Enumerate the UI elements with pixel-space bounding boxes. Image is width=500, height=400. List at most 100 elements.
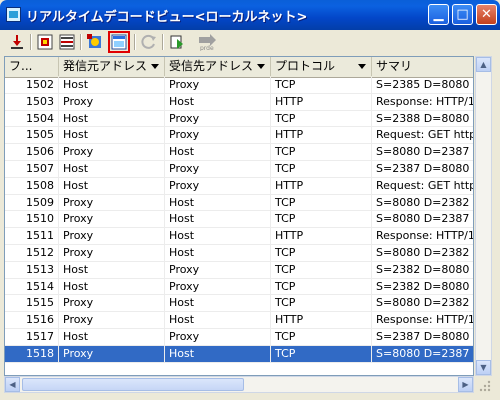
column-header-frame[interactable]: フ...	[5, 57, 59, 76]
table-row[interactable]: 1517HostProxyTCPS=2387 D=8080 SEQ	[5, 329, 473, 346]
close-button[interactable]: ✕	[476, 4, 497, 25]
table-row[interactable]: 1506ProxyHostTCPS=8080 D=2387 SEQ	[5, 144, 473, 161]
source-cell: Proxy	[59, 93, 165, 111]
protocol-cell: TCP	[271, 144, 372, 161]
table-row[interactable]: 1504HostProxyTCPS=2388 D=8080 SEQ	[5, 110, 473, 128]
summary-cell: Response: HTTP/1.	[372, 312, 473, 329]
frame-cell: 1506	[5, 144, 59, 161]
protocol-cell: TCP	[271, 295, 372, 313]
column-header-summary[interactable]: サマリ	[372, 57, 473, 76]
copy-icon	[170, 35, 183, 49]
copy-button[interactable]	[168, 33, 186, 51]
frame-cell: 1517	[5, 329, 59, 346]
table-row[interactable]: 1509ProxyHostTCPS=8080 D=2382 SEQ	[5, 194, 473, 212]
summary-cell: S=8080 D=2382 SEQ	[372, 245, 473, 262]
decode-window-button[interactable]	[108, 31, 130, 53]
source-cell: Proxy	[59, 144, 165, 161]
destination-cell: Proxy	[165, 77, 271, 94]
capture-icon	[37, 34, 53, 50]
filter-button[interactable]	[58, 33, 76, 51]
chevron-down-icon[interactable]	[151, 64, 159, 69]
pcap-button[interactable]: prde	[196, 33, 218, 52]
destination-cell: Proxy	[165, 261, 271, 279]
pcap-icon: prde	[199, 34, 216, 52]
title-bar[interactable]: リアルタイムデコードビュー<ローカルネット> ▁ □ ✕	[0, 0, 500, 30]
frame-cell: 1510	[5, 211, 59, 229]
scroll-right-button[interactable]: ▶	[458, 377, 473, 392]
column-header-source[interactable]: 発信元アドレス	[59, 57, 165, 76]
table-row[interactable]: 1515ProxyHostTCPS=8080 D=2382 SEQ	[5, 295, 473, 313]
vertical-scrollbar[interactable]: ▲ ▼	[475, 56, 492, 376]
column-header-destination[interactable]: 受信先アドレス	[165, 57, 271, 76]
summary-cell: Request: GET http	[372, 127, 473, 145]
export-button[interactable]	[8, 33, 26, 51]
destination-cell: Proxy	[165, 161, 271, 178]
decode-window-icon	[111, 34, 127, 50]
frame-cell: 1511	[5, 228, 59, 245]
decode-button[interactable]	[86, 33, 104, 51]
horizontal-scroll-thumb[interactable]	[22, 378, 244, 391]
frame-cell: 1516	[5, 312, 59, 329]
destination-cell: Host	[165, 93, 271, 111]
scroll-left-button[interactable]: ◀	[5, 377, 20, 392]
protocol-cell: TCP	[271, 211, 372, 229]
table-row[interactable]: 1512ProxyHostTCPS=8080 D=2382 SEQ	[5, 245, 473, 262]
source-cell: Proxy	[59, 295, 165, 313]
destination-cell: Proxy	[165, 110, 271, 128]
summary-cell: S=8080 D=2387 SEQ	[372, 345, 473, 363]
horizontal-scrollbar[interactable]: ◀ ▶	[4, 376, 474, 393]
protocol-cell: TCP	[271, 278, 372, 296]
source-cell: Proxy	[59, 228, 165, 245]
maximize-button[interactable]: □	[452, 4, 473, 25]
column-header-protocol[interactable]: プロトコル	[271, 57, 372, 76]
source-cell: Host	[59, 329, 165, 346]
table-row[interactable]: 1503 Proxy Host HTTP Response: HTTP/1.	[5, 93, 473, 111]
packet-table: フ... 発信元アドレス 受信先アドレス プロトコル サマリ 1502 Host P…	[4, 56, 474, 376]
table-row[interactable]: 1513HostProxyTCPS=2382 D=8080 SEQ	[5, 261, 473, 279]
frame-cell: 1512	[5, 245, 59, 262]
table-row[interactable]: 1507HostProxyTCPS=2387 D=8080 SEQ	[5, 161, 473, 178]
frame-cell: 1514	[5, 278, 59, 296]
table-row[interactable]: 1516 Proxy Host HTTP Response: HTTP/1.	[5, 312, 473, 329]
refresh-icon	[141, 34, 156, 49]
table-row[interactable]: 1518ProxyHostTCPS=8080 D=2387 SEQ	[5, 345, 473, 363]
table-row[interactable]: 1510ProxyHostTCPS=8080 D=2387 SEQ	[5, 211, 473, 229]
decode-window: リアルタイムデコードビュー<ローカルネット> ▁ □ ✕ prde フ... 発…	[0, 0, 500, 400]
export-icon	[11, 35, 23, 49]
decode-icon	[87, 34, 101, 48]
minimize-button[interactable]: ▁	[428, 4, 449, 25]
table-row[interactable]: 1511 Proxy Host HTTP Response: HTTP/1.	[5, 228, 473, 245]
destination-cell: Host	[165, 245, 271, 262]
source-cell: Host	[59, 261, 165, 279]
protocol-cell: TCP	[271, 110, 372, 128]
scroll-up-button[interactable]: ▲	[476, 57, 491, 72]
protocol-cell: TCP	[271, 329, 372, 346]
summary-cell: S=8080 D=2382 SEQ	[372, 295, 473, 313]
destination-cell: Host	[165, 194, 271, 212]
summary-cell: S=8080 D=2387 SEQ	[372, 211, 473, 229]
table-row[interactable]: 1502HostProxyTCPS=2385 D=8080 SEQ	[5, 77, 473, 94]
protocol-cell: HTTP	[271, 93, 372, 111]
table-row[interactable]: 1508 Host Proxy HTTP Request: GET http	[5, 177, 473, 195]
destination-cell: Host	[165, 228, 271, 245]
refresh-button[interactable]	[140, 33, 158, 51]
protocol-cell: HTTP	[271, 312, 372, 329]
protocol-cell: TCP	[271, 261, 372, 279]
frame-cell: 1508	[5, 177, 59, 195]
table-row[interactable]: 1505 Host Proxy HTTP Request: GET http	[5, 127, 473, 145]
frame-cell: 1504	[5, 110, 59, 128]
protocol-cell: TCP	[271, 194, 372, 212]
scroll-down-button[interactable]: ▼	[476, 360, 491, 375]
frame-cell: 1509	[5, 194, 59, 212]
resize-grip-icon[interactable]	[476, 377, 492, 393]
summary-cell: Response: HTTP/1.	[372, 94, 473, 111]
chevron-down-icon[interactable]	[257, 64, 265, 69]
capture-button[interactable]	[36, 33, 54, 51]
protocol-cell: HTTP	[271, 228, 372, 245]
frame-cell: 1502	[5, 77, 59, 94]
chevron-down-icon[interactable]	[358, 64, 366, 69]
frame-cell: 1503	[5, 93, 59, 111]
table-row[interactable]: 1514HostProxyTCPS=2382 D=8080 SEQ	[5, 278, 473, 296]
frame-cell: 1505	[5, 127, 59, 145]
destination-cell: Host	[165, 345, 271, 363]
